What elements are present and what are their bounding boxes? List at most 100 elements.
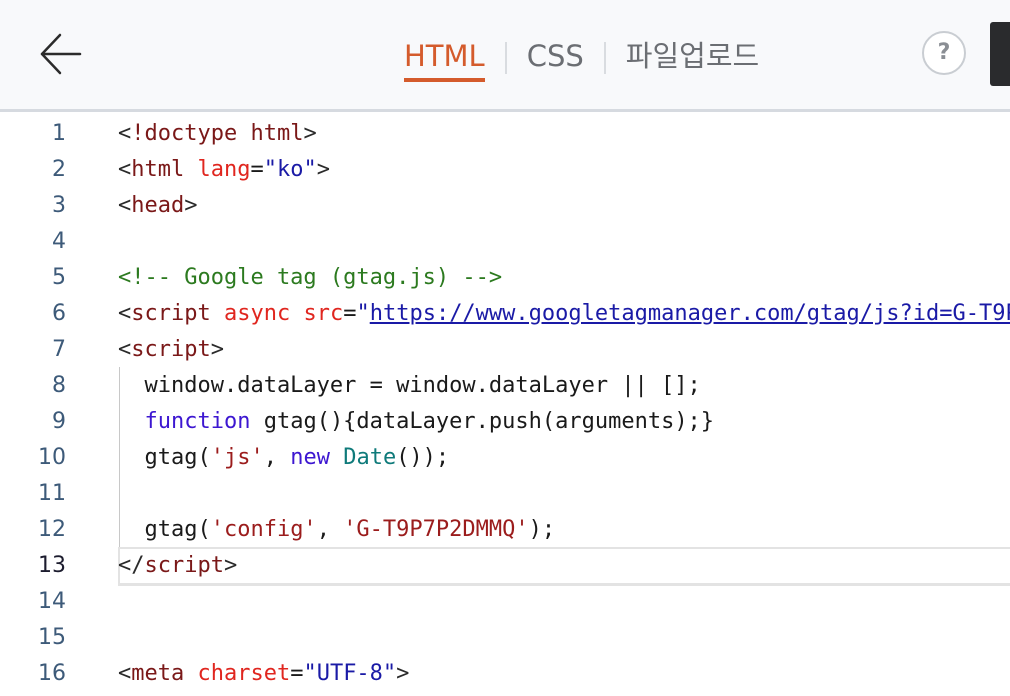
code-token-plain: ());	[396, 445, 450, 470]
code-token-plain: window.dataLayer = window.dataLayer || […	[118, 373, 701, 398]
tab-divider	[504, 42, 507, 74]
code-token-attr: async	[223, 301, 291, 326]
code-token-tag: >	[223, 553, 238, 578]
line-number: 9	[52, 409, 66, 434]
code-line[interactable]: 6 <script async src="https://www.googleta…	[0, 296, 1010, 332]
code-token-plain: =	[250, 157, 264, 182]
code-text: gtag('config', 'G-T9P7P2DMMQ');	[118, 512, 555, 548]
code-line[interactable]: 14	[0, 584, 1010, 620]
code-token-jsstr: 'config'	[210, 517, 317, 542]
code-token-tagname: script	[131, 337, 211, 362]
code-token-comment: <!-- Google tag (gtag.js) -->	[118, 265, 503, 290]
code-token-tagname: meta	[131, 661, 185, 686]
code-token-tag: <	[118, 121, 132, 146]
code-text: <!-- Google tag (gtag.js) -->	[118, 260, 502, 296]
arrow-left-icon	[40, 33, 82, 75]
code-token-str: "	[356, 301, 370, 326]
code-token-attr: src	[303, 301, 344, 326]
code-token-tagname: head	[131, 193, 185, 218]
editor-tabs: HTML CSS 파일업로드	[404, 36, 759, 86]
code-editor[interactable]: 1 <!doctype html> 2 <html lang="ko"> 3 <head>…	[0, 115, 1010, 696]
code-text: window.dataLayer = window.dataLayer || […	[118, 368, 701, 404]
code-token-tagname: !doctype html	[131, 121, 304, 146]
line-number: 8	[52, 373, 66, 398]
code-token-kw: function	[144, 409, 251, 434]
code-line[interactable]: 3 <head>	[0, 188, 1010, 224]
code-token-plain: gtag(	[118, 445, 211, 470]
code-line[interactable]: 9 function gtag(){dataLayer.push(argumen…	[0, 404, 1010, 440]
line-number: 2	[52, 157, 66, 182]
code-token-plain: =	[290, 661, 304, 686]
code-token-tag: <	[118, 193, 132, 218]
line-number: 4	[52, 229, 66, 254]
code-token-str: "ko"	[263, 157, 317, 182]
code-text: <head>	[118, 188, 197, 224]
code-token-type: Date	[343, 445, 397, 470]
line-number: 6	[52, 301, 66, 326]
code-line[interactable]: 7 <script>	[0, 332, 1010, 368]
question-icon: ?	[937, 40, 951, 65]
code-line[interactable]: 5 <!-- Google tag (gtag.js) -->	[0, 260, 1010, 296]
code-token-tag: >	[303, 121, 317, 146]
code-line[interactable]: 16 <meta charset="UTF-8">	[0, 656, 1010, 692]
code-token-tag: <	[118, 337, 132, 362]
code-text: </script>	[118, 548, 237, 584]
code-token-plain: ,	[263, 445, 291, 470]
code-token-plain: =	[343, 301, 357, 326]
code-token-plain: gtag(	[118, 517, 211, 542]
code-line[interactable]: 2 <html lang="ko">	[0, 152, 1010, 188]
code-token-attr: lang	[197, 157, 251, 182]
line-number: 1	[52, 121, 66, 146]
code-line[interactable]: 10 gtag('js', new Date());	[0, 440, 1010, 476]
code-text: <html lang="ko">	[118, 152, 330, 188]
code-line[interactable]: 13 </script>	[0, 548, 1010, 584]
line-number: 12	[38, 517, 66, 542]
code-token-tagname: script	[131, 301, 211, 326]
code-token-tag: >	[316, 157, 330, 182]
code-line[interactable]: 8 window.dataLayer = window.dataLayer ||…	[0, 368, 1010, 404]
code-token-tag: <	[118, 661, 132, 686]
code-text: <meta charset="UTF-8">	[118, 656, 409, 692]
code-token-link[interactable]: https://www.googletagmanager.com/gtag/js…	[370, 301, 1010, 326]
code-token-plain: gtag(){dataLayer.push(arguments);}	[250, 409, 715, 434]
code-token-attr: charset	[197, 661, 291, 686]
line-number: 10	[38, 445, 66, 470]
tab-divider	[603, 42, 606, 74]
code-token-str: "UTF-8"	[303, 661, 397, 686]
code-text: <!doctype html>	[118, 116, 317, 152]
code-token-plain: );	[528, 517, 556, 542]
code-token-tag: >	[396, 661, 410, 686]
tab-css[interactable]: CSS	[527, 36, 584, 82]
code-line[interactable]: 12 gtag('config', 'G-T9P7P2DMMQ');	[0, 512, 1010, 548]
line-number: 11	[38, 481, 66, 506]
code-text: function gtag(){dataLayer.push(arguments…	[118, 404, 715, 440]
code-token-tag: <	[118, 301, 132, 326]
code-token-tag: <	[118, 157, 132, 182]
code-line[interactable]: 15	[0, 620, 1010, 656]
code-line[interactable]: 11	[0, 476, 1010, 512]
code-token-tagname: script	[144, 553, 224, 578]
line-number: 7	[52, 337, 66, 362]
tab-html[interactable]: HTML	[404, 36, 485, 82]
editor-header: HTML CSS 파일업로드 ?	[0, 0, 1010, 112]
code-token-tag: >	[210, 337, 224, 362]
code-text: <script async src="https://www.googletag…	[118, 296, 1010, 332]
code-token-jsstr: 'G-T9P7P2DMMQ'	[343, 517, 529, 542]
line-number: 16	[38, 661, 66, 686]
code-token-tagname: html	[131, 157, 185, 182]
tab-file-upload[interactable]: 파일업로드	[626, 36, 759, 82]
back-button[interactable]	[38, 30, 84, 78]
code-token-plain: ,	[316, 517, 344, 542]
panel-edge[interactable]	[990, 22, 1010, 86]
code-token-kw: new	[290, 445, 330, 470]
code-line[interactable]: 4	[0, 224, 1010, 260]
code-line[interactable]: 1 <!doctype html>	[0, 116, 1010, 152]
help-button[interactable]: ?	[922, 31, 966, 75]
code-token-tag: >	[184, 193, 198, 218]
